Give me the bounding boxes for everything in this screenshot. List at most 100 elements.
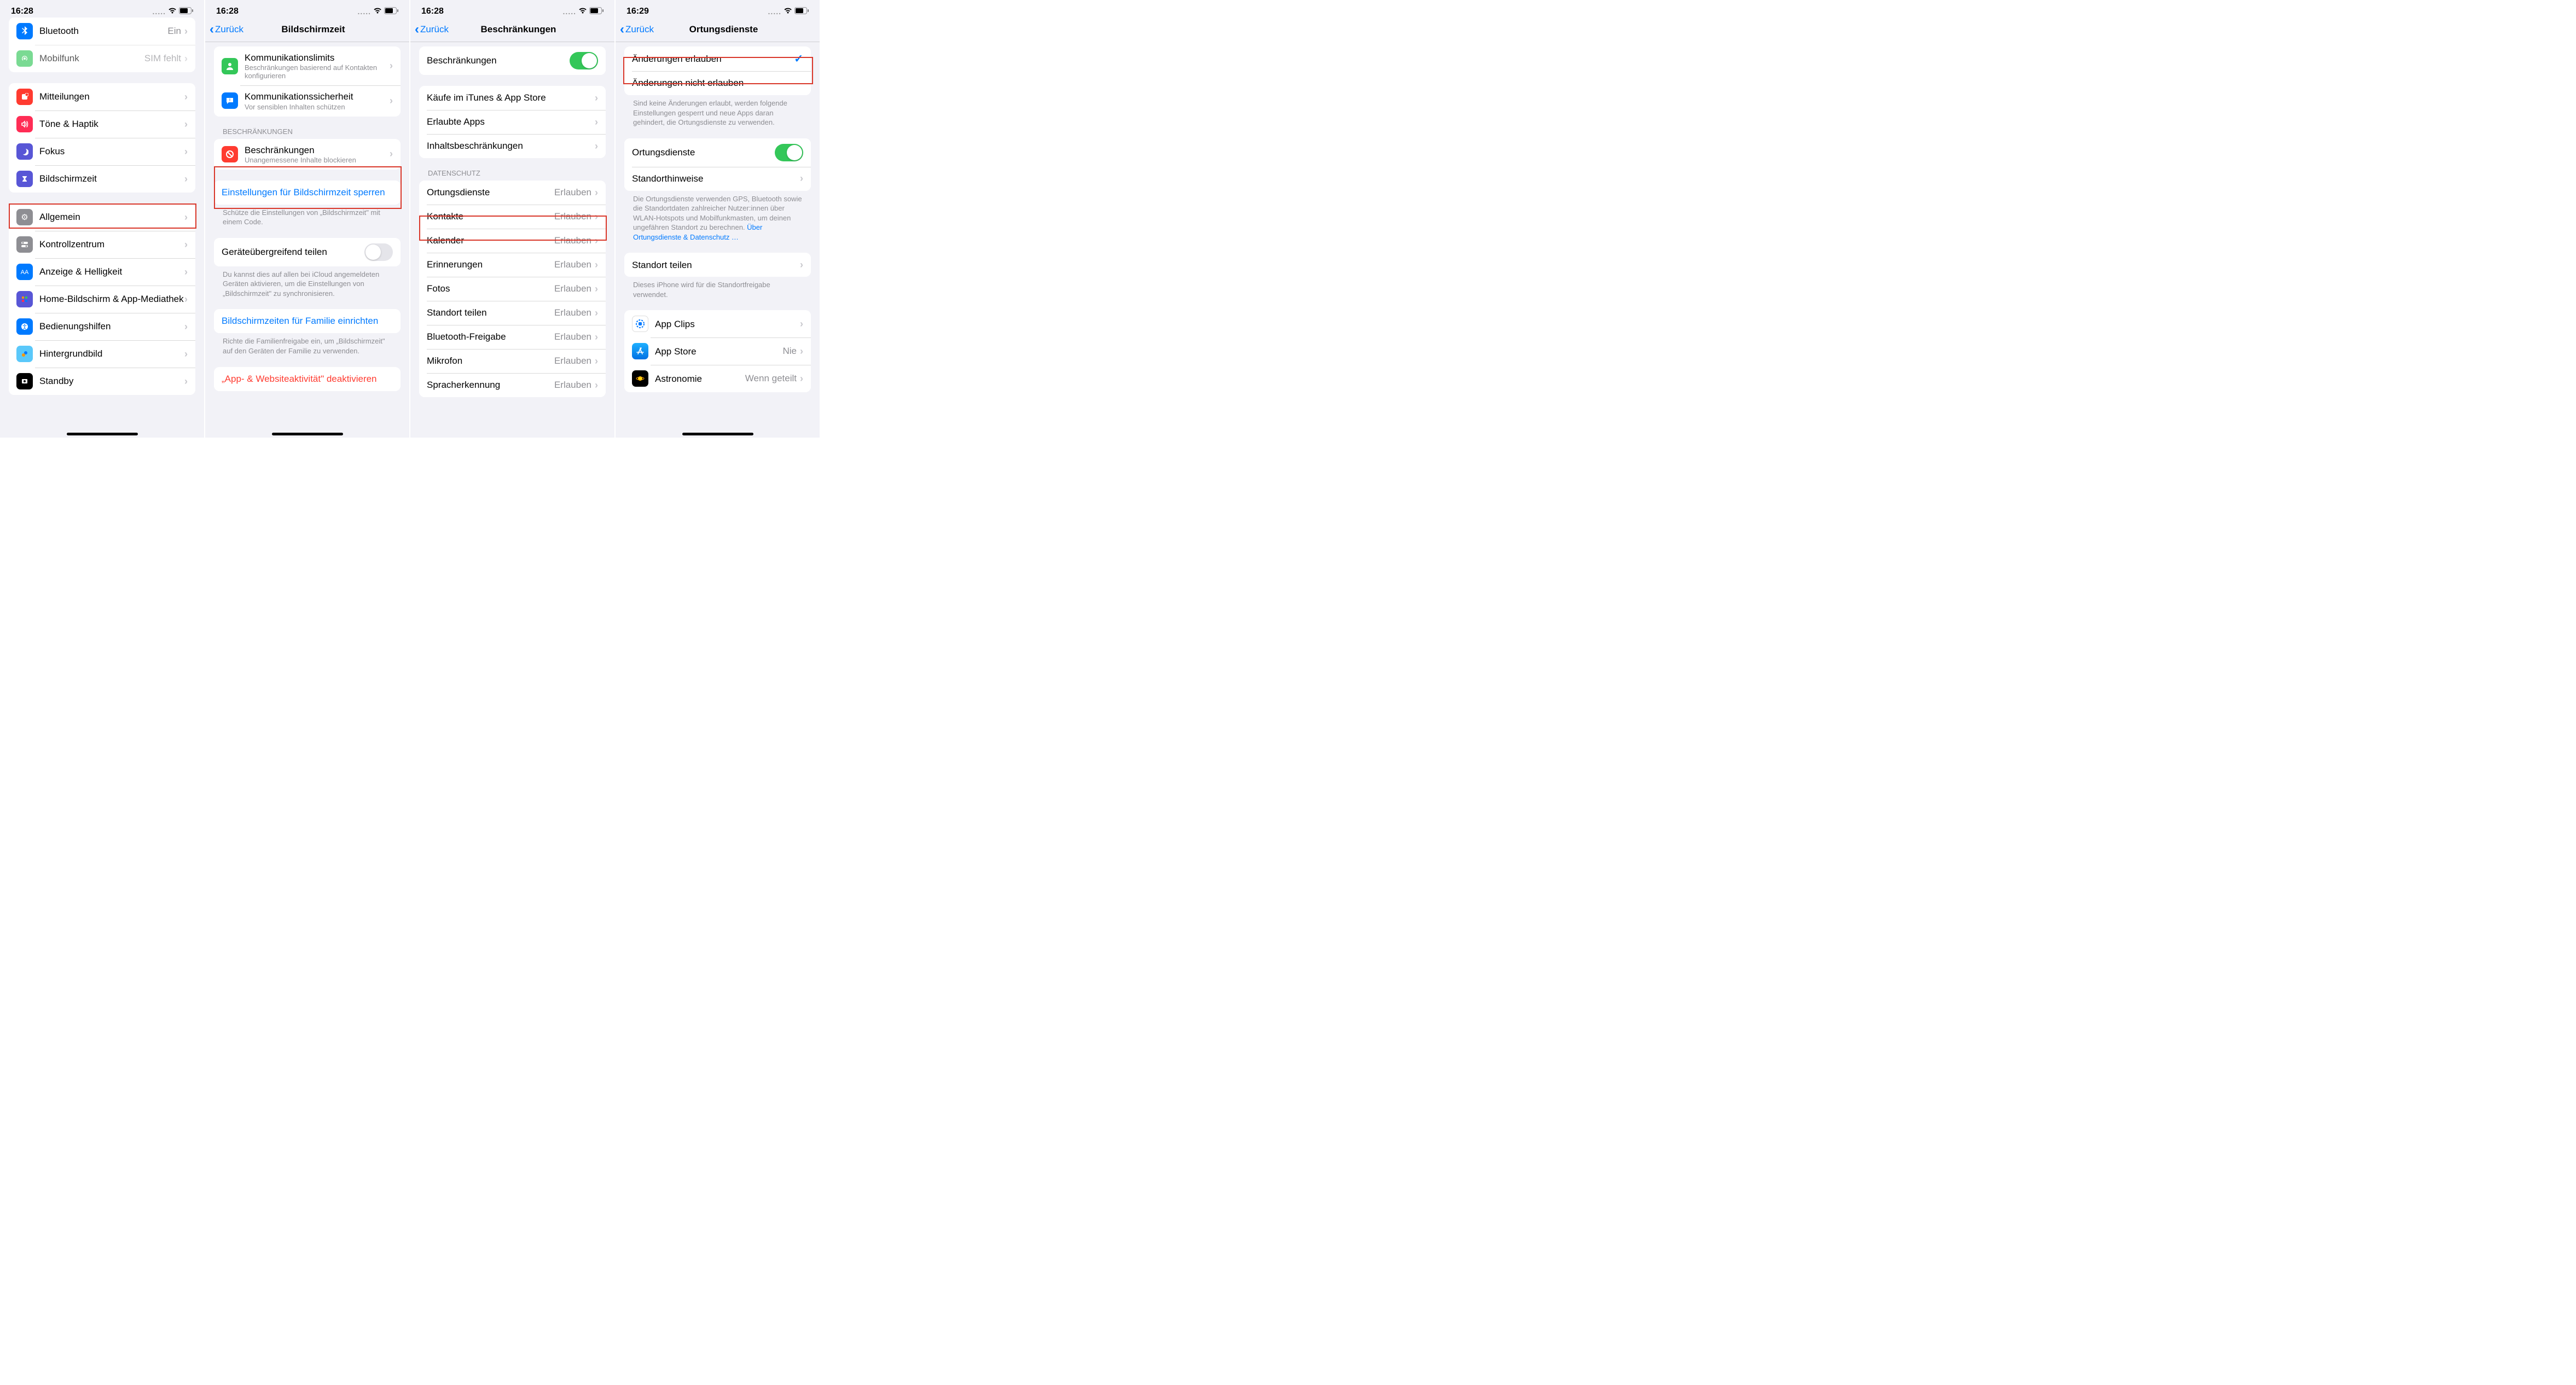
row-deactivate[interactable]: „App- & Websiteaktivität" deaktivieren [214, 367, 401, 391]
chevron-right-icon: › [595, 331, 598, 343]
chevron-right-icon: › [595, 92, 598, 104]
row-label: Ortungsdienste [632, 147, 775, 158]
status-bar: 16:28 ..... [205, 0, 409, 19]
row-standort-teilen[interactable]: Standort teilen › [624, 253, 811, 277]
row-kaeufe[interactable]: Käufe im iTunes & App Store › [419, 86, 606, 110]
nav-bar: ‹ Zurück Bildschirmzeit [205, 19, 409, 42]
cellular-dots-icon: ..... [768, 7, 781, 16]
row-bluetooth[interactable]: Bluetooth Ein › [9, 18, 195, 45]
row-label: Kommunikationslimits [245, 52, 390, 63]
row-value: Nie [782, 346, 797, 357]
row-kontrollzentrum[interactable]: Kontrollzentrum › [9, 231, 195, 258]
row-bildschirmzeit[interactable]: Bildschirmzeit › [9, 165, 195, 193]
row-home[interactable]: Home-Bildschirm & App-Mediathek › [9, 286, 195, 313]
row-erlaubte-apps[interactable]: Erlaubte Apps › [419, 110, 606, 134]
home-indicator [67, 433, 138, 435]
row-lock-settings[interactable]: Einstellungen für Bildschirmzeit sperren [214, 181, 401, 205]
chevron-right-icon: › [595, 235, 598, 247]
toggle-location[interactable] [775, 144, 803, 161]
battery-icon [179, 7, 193, 16]
person-icon [222, 58, 238, 74]
row-besch-toggle[interactable]: Beschränkungen [419, 46, 606, 75]
row-astronomie[interactable]: Astronomie Wenn geteilt › [624, 365, 811, 392]
row-hintergrund[interactable]: Hintergrundbild › [9, 340, 195, 368]
row-sprach[interactable]: Spracherkennung Erlauben › [419, 373, 606, 397]
row-toene[interactable]: Töne & Haptik › [9, 110, 195, 138]
chevron-right-icon: › [184, 239, 188, 251]
chevron-right-icon: › [184, 266, 188, 278]
toggle-share[interactable] [364, 243, 393, 261]
chevron-right-icon: › [800, 373, 803, 385]
time: 16:28 [11, 7, 33, 16]
row-fokus[interactable]: Fokus › [9, 138, 195, 165]
chevron-right-icon: › [390, 60, 393, 72]
row-label: Kontrollzentrum [39, 238, 184, 250]
row-standort-teilen[interactable]: Standort teilen Erlauben › [419, 301, 606, 325]
row-label: Erinnerungen [427, 259, 554, 270]
row-value: Erlauben [554, 259, 591, 270]
row-label: App Clips [655, 318, 800, 330]
row-allgemein[interactable]: ⚙ Allgemein › [9, 203, 195, 231]
apps-grid-icon [16, 291, 33, 307]
row-label: Beschränkungen [427, 55, 570, 66]
chevron-right-icon: › [184, 376, 188, 387]
time: 16:29 [626, 7, 649, 16]
back-button[interactable]: ‹ Zurück [415, 23, 449, 36]
row-kommsich[interactable]: ! Kommunikationssicherheit Vor sensiblen… [214, 85, 401, 116]
appclips-icon [632, 316, 648, 332]
wifi-icon [784, 7, 792, 16]
row-ortung-toggle[interactable]: Ortungsdienste [624, 138, 811, 167]
row-label: Einstellungen für Bildschirmzeit sperren [222, 187, 385, 198]
chevron-left-icon: ‹ [620, 23, 624, 36]
time: 16:28 [216, 7, 239, 16]
nav-bar: ‹ Zurück Ortungsdienste [616, 19, 820, 42]
row-mobilfunk[interactable]: Mobilfunk SIM fehlt › [9, 45, 195, 72]
row-label: Bluetooth [39, 25, 167, 37]
row-bedienung[interactable]: Bedienungshilfen › [9, 313, 195, 340]
back-button[interactable]: ‹ Zurück [210, 23, 243, 36]
row-label: Bildschirmzeiten für Familie einrichten [222, 316, 378, 327]
wifi-icon [373, 7, 382, 16]
row-anzeige[interactable]: AA Anzeige & Helligkeit › [9, 258, 195, 286]
row-share-across[interactable]: Geräteübergreifend teilen [214, 238, 401, 266]
row-standby[interactable]: Standby › [9, 368, 195, 395]
row-allow-changes[interactable]: Änderungen erlauben ✓ [624, 46, 811, 71]
row-label: Standort teilen [427, 307, 554, 318]
row-value: Erlauben [554, 211, 591, 222]
back-button[interactable]: ‹ Zurück [620, 23, 654, 36]
back-label: Zurück [215, 24, 243, 35]
chevron-right-icon: › [184, 91, 188, 103]
row-label: Käufe im iTunes & App Store [427, 92, 595, 103]
row-hinweise[interactable]: Standorthinweise › [624, 167, 811, 191]
row-mitteilungen[interactable]: Mitteilungen › [9, 83, 195, 110]
chevron-right-icon: › [184, 146, 188, 158]
cellular-dots-icon: ..... [358, 7, 371, 16]
wallpaper-icon [16, 346, 33, 362]
row-kommlimits[interactable]: Kommunikationslimits Beschränkungen basi… [214, 46, 401, 85]
toggle-restrictions[interactable] [570, 52, 598, 69]
row-label: Bluetooth-Freigabe [427, 331, 554, 342]
row-inhalts[interactable]: Inhaltsbeschränkungen › [419, 134, 606, 158]
row-kalender[interactable]: Kalender Erlauben › [419, 229, 606, 253]
row-ortung[interactable]: Ortungsdienste Erlauben › [419, 181, 606, 205]
cellular-dots-icon: ..... [563, 7, 576, 16]
row-deny-changes[interactable]: Änderungen nicht erlauben [624, 71, 811, 95]
row-family[interactable]: Bildschirmzeiten für Familie einrichten [214, 309, 401, 333]
row-label: Töne & Haptik [39, 118, 184, 130]
row-appstore[interactable]: App Store Nie › [624, 337, 811, 365]
section-header: BESCHRÄNKUNGEN [205, 117, 409, 139]
status-bar: 16:28 ..... [410, 0, 614, 19]
chevron-right-icon: › [184, 212, 188, 223]
row-value: SIM fehlt [144, 53, 181, 64]
row-sublabel: Vor sensiblen Inhalten schützen [245, 103, 390, 111]
row-erinn[interactable]: Erinnerungen Erlauben › [419, 253, 606, 277]
cellular-dots-icon: ..... [153, 7, 166, 16]
row-appclips[interactable]: App Clips › [624, 310, 811, 337]
wifi-icon [578, 7, 587, 16]
row-mikrofon[interactable]: Mikrofon Erlauben › [419, 349, 606, 373]
row-beschraenkungen[interactable]: Beschränkungen Unangemessene Inhalte blo… [214, 139, 401, 170]
row-bluetooth-share[interactable]: Bluetooth-Freigabe Erlauben › [419, 325, 606, 349]
row-fotos[interactable]: Fotos Erlauben › [419, 277, 606, 301]
row-value: Erlauben [554, 380, 591, 391]
row-kontakte[interactable]: Kontakte Erlauben › [419, 205, 606, 229]
